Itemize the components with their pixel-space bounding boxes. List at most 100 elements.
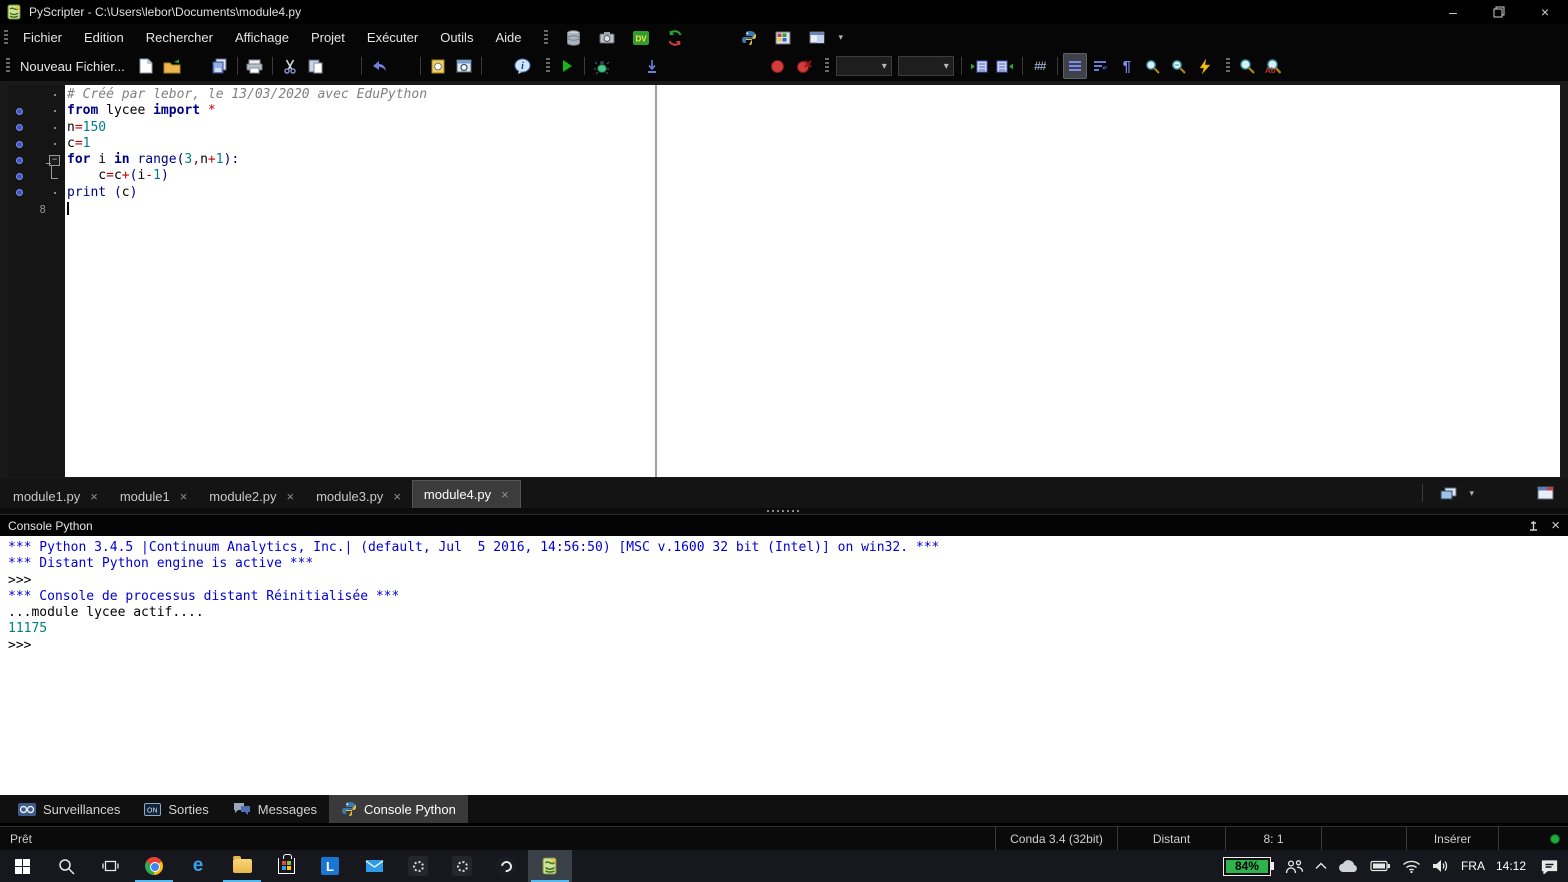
chevron-down-icon[interactable]: ▾ — [838, 32, 843, 43]
gutter-row[interactable]: 8 — [8, 201, 65, 217]
action-center-icon[interactable] — [1541, 859, 1558, 874]
dock-tab-console-python[interactable]: Console Python — [329, 795, 468, 823]
menu-exécuter[interactable]: Exécuter — [356, 25, 429, 50]
toolbar-drag-handle[interactable] — [544, 29, 549, 46]
editor-tab-module3.py[interactable]: module3.py × — [305, 484, 412, 508]
new-window-icon[interactable] — [1533, 480, 1557, 506]
menu-rechercher[interactable]: Rechercher — [135, 25, 224, 50]
menu-outils[interactable]: Outils — [429, 25, 484, 50]
chevron-down-icon[interactable]: ▾ — [1469, 488, 1474, 499]
zoom-out-icon[interactable] — [1167, 53, 1191, 79]
editor-tab-module1[interactable]: module1 × — [109, 484, 198, 508]
code-line[interactable]: c=c+(i-1) — [67, 168, 655, 184]
line-numbers-icon[interactable]: ## — [1028, 53, 1052, 79]
color-grid-icon[interactable] — [771, 25, 795, 51]
task-view-button[interactable] — [88, 850, 132, 882]
zoom-in-icon[interactable] — [1141, 53, 1165, 79]
editor-tab-module4.py[interactable]: module4.py × — [411, 480, 521, 508]
toolbar-drag-handle[interactable] — [4, 29, 8, 46]
code-editor[interactable]: # Créé par lebor, le 13/03/2020 avec Edu… — [65, 85, 655, 477]
undo-icon[interactable] — [367, 53, 391, 79]
editor-tab-module2.py[interactable]: module2.py × — [198, 484, 305, 508]
close-button[interactable]: × — [1522, 0, 1568, 24]
cut-icon[interactable] — [278, 53, 302, 79]
bookmark-icon[interactable] — [426, 53, 450, 79]
menu-projet[interactable]: Projet — [300, 25, 356, 50]
step-into-icon[interactable] — [640, 53, 664, 79]
taskbar-pyscripter[interactable] — [528, 850, 572, 882]
taskbar-file-explorer[interactable] — [220, 850, 264, 882]
taskbar-edge[interactable]: e — [176, 850, 220, 882]
dock-tab-messages[interactable]: Messages — [221, 795, 329, 823]
code-line[interactable]: c=1 — [67, 136, 655, 152]
python-icon[interactable] — [737, 25, 761, 51]
editor-gutter[interactable]: 8 — [8, 85, 65, 477]
tab-close-icon[interactable]: × — [501, 487, 509, 502]
close-console-icon[interactable]: × — [1551, 517, 1560, 534]
taskbar-app-l[interactable]: L — [308, 850, 352, 882]
run-icon[interactable] — [555, 53, 579, 79]
dock-tab-sorties[interactable]: ON Sorties — [132, 795, 220, 823]
outdent-icon[interactable] — [993, 53, 1017, 79]
gutter-row[interactable] — [8, 120, 65, 136]
tab-close-icon[interactable]: × — [90, 489, 98, 504]
breakpoint-icon[interactable] — [766, 53, 790, 79]
editor-second-pane[interactable] — [657, 85, 1560, 477]
battery-percent-badge[interactable]: 84% — [1222, 856, 1274, 876]
window-layout-icon[interactable] — [805, 25, 829, 51]
taskbar-store[interactable] — [264, 850, 308, 882]
clock[interactable]: 14:12 — [1496, 859, 1526, 873]
toolbar-drag-handle[interactable] — [824, 58, 829, 74]
window-list-icon[interactable] — [1436, 480, 1460, 506]
preview-window-icon[interactable] — [452, 53, 476, 79]
minimize-button[interactable]: – — [1430, 0, 1476, 24]
pin-icon[interactable] — [1528, 520, 1539, 532]
toolbar-drag-handle[interactable] — [6, 58, 10, 74]
gutter-row[interactable] — [8, 168, 65, 184]
dock-tab-surveillances[interactable]: Surveillances — [6, 795, 132, 823]
menu-fichier[interactable]: Fichier — [12, 25, 73, 50]
special-chars-icon[interactable]: ¶ — [1115, 53, 1139, 79]
database-icon[interactable] — [561, 25, 585, 51]
menu-aide[interactable]: Aide — [484, 25, 532, 50]
new-file-icon[interactable] — [134, 53, 158, 79]
target-dropdown[interactable]: ▾ — [897, 56, 954, 76]
syntax-check-icon[interactable] — [1193, 53, 1217, 79]
menu-affichage[interactable]: Affichage — [224, 25, 300, 50]
tab-close-icon[interactable]: × — [287, 489, 295, 504]
indent-icon[interactable] — [967, 53, 991, 79]
tab-close-icon[interactable]: × — [393, 489, 401, 504]
docviewer-icon[interactable]: DV — [629, 25, 653, 51]
people-icon[interactable] — [1285, 859, 1304, 874]
source-dropdown[interactable]: ▾ — [835, 56, 892, 76]
code-line[interactable]: n=150 — [67, 120, 655, 136]
code-line[interactable]: for i in range(3,n+1): — [67, 152, 655, 168]
taskbar-chrome[interactable] — [132, 850, 176, 882]
code-folding-icon[interactable] — [1062, 53, 1087, 79]
paste-icon[interactable] — [304, 53, 328, 79]
hidden-icons-chevron[interactable] — [1315, 862, 1327, 870]
python-console[interactable]: *** Python 3.4.5 |Continuum Analytics, I… — [0, 536, 1568, 795]
print-icon[interactable] — [243, 53, 267, 79]
onedrive-cloud-icon[interactable] — [1338, 859, 1359, 873]
restore-button[interactable] — [1476, 0, 1522, 24]
code-line[interactable]: # Créé par lebor, le 13/03/2020 avec Edu… — [67, 87, 655, 103]
gutter-row[interactable] — [8, 103, 65, 119]
menu-edition[interactable]: Edition — [73, 25, 135, 50]
editor-tab-module1.py[interactable]: module1.py × — [2, 484, 109, 508]
volume-icon[interactable] — [1432, 859, 1450, 873]
new-file-menu-button[interactable]: Nouveau Fichier... — [14, 59, 133, 74]
open-file-icon[interactable] — [160, 53, 184, 79]
taskbar-app-ring1[interactable] — [396, 850, 440, 882]
code-line[interactable]: from lycee import * — [67, 103, 655, 119]
taskbar-app-swirl[interactable] — [484, 850, 528, 882]
battery-tray-icon[interactable] — [1370, 860, 1391, 872]
word-wrap-icon[interactable] — [1089, 53, 1113, 79]
code-line[interactable] — [67, 201, 655, 217]
debug-icon[interactable] — [590, 53, 614, 79]
start-button[interactable] — [0, 850, 44, 882]
save-all-icon[interactable] — [208, 53, 232, 79]
gutter-row[interactable] — [8, 185, 65, 201]
search-icon[interactable] — [1235, 53, 1259, 79]
refresh-icon[interactable] — [663, 25, 687, 51]
